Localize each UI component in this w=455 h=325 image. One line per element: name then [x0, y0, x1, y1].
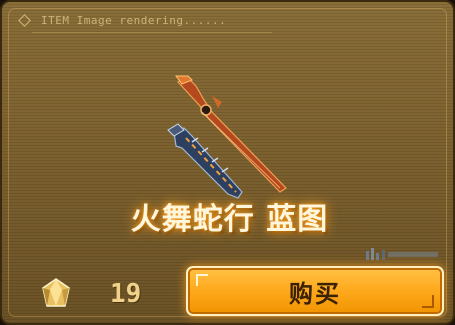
- buy-button-label: 购买: [289, 279, 341, 308]
- sword-icon: [167, 75, 287, 199]
- item-name: 火舞蛇行 蓝图: [130, 202, 329, 237]
- price-display: 19: [38, 274, 178, 314]
- corner-deco-icon: [422, 295, 434, 308]
- panel-header: ITEM Image rendering......: [12, 11, 226, 29]
- crystal-icon: [42, 278, 70, 307]
- render-status-text: ITEM Image rendering......: [41, 13, 227, 27]
- price-value: 19: [110, 279, 142, 309]
- item-preview-image: [167, 75, 287, 199]
- item-detail-panel: ITEM Image rendering...... 火舞蛇行 蓝图 19 购买: [0, 0, 455, 325]
- corner-deco-icon: [196, 274, 208, 286]
- buy-button[interactable]: 购买: [186, 266, 444, 316]
- diamond-icon: [18, 13, 31, 27]
- header-divider: [32, 32, 272, 33]
- watermark-logo: [366, 248, 438, 260]
